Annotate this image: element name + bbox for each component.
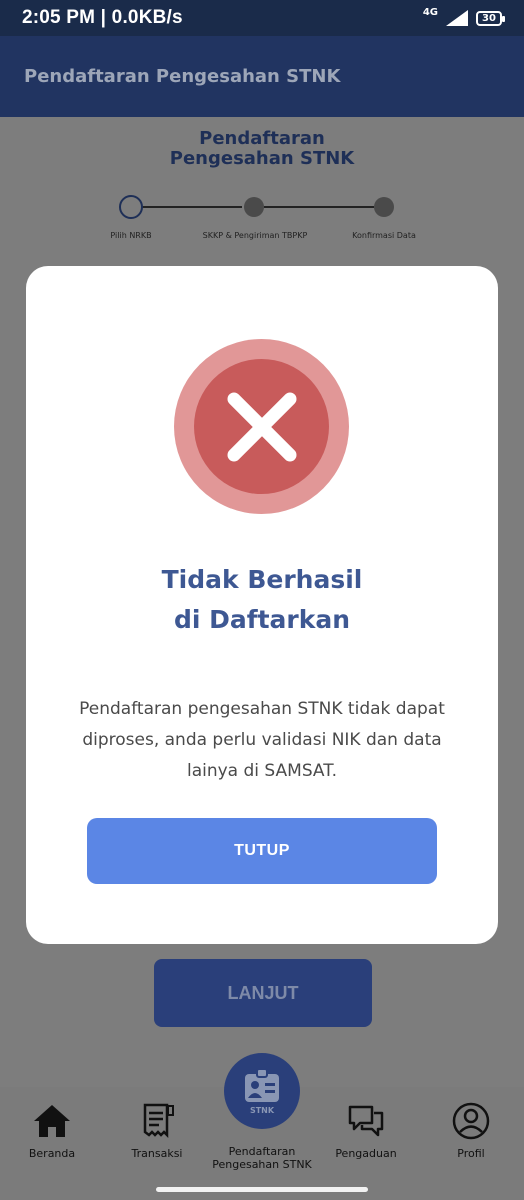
page-heading-line2: Pengesahan STNK	[169, 148, 355, 169]
battery-level: 30	[482, 12, 496, 24]
nav-label: Profil	[457, 1147, 485, 1160]
receipt-icon	[143, 1103, 174, 1139]
dialog-title-line1: Tidak Berhasil	[161, 565, 363, 594]
nav-label: Pengaduan	[335, 1147, 397, 1160]
dialog-title-line2: di Daftarkan	[173, 605, 351, 634]
step-label: SKKP & Pengiriman TBPKP	[202, 231, 308, 240]
stepper-connector	[264, 206, 374, 208]
error-icon-ring	[174, 339, 349, 514]
nav-label: Transaksi	[131, 1147, 183, 1160]
nav-label: Pendaftaran Pengesahan STNK	[212, 1145, 312, 1171]
stepper-connector	[142, 206, 242, 208]
error-x-icon	[194, 359, 329, 494]
nav-item-beranda[interactable]: Beranda	[2, 1101, 102, 1160]
nav-item-pengaduan[interactable]: Pengaduan	[316, 1101, 416, 1160]
id-badge-icon	[245, 1067, 279, 1102]
status-time: 2:05 PM | 0.0KB/s	[22, 7, 183, 28]
step-indicator-current	[119, 195, 143, 219]
step-indicator	[374, 197, 394, 217]
step-label: Pilih NRKB	[110, 231, 152, 240]
bottom-nav: Beranda Transaksi STNK Pendaftaran Penge…	[0, 1053, 524, 1200]
dialog-title: Tidak Berhasil di Daftarkan	[26, 560, 498, 640]
nav-item-pendaftaran-stnk[interactable]: STNK	[224, 1053, 300, 1129]
battery-icon: 30	[476, 10, 505, 26]
fab-badge-text: STNK	[249, 1105, 275, 1115]
close-button[interactable]: TUTUP	[87, 818, 437, 884]
status-bar: 2:05 PM | 0.0KB/s 4G 30	[0, 0, 524, 36]
network-type: 4G	[422, 6, 438, 18]
nav-label: Beranda	[28, 1147, 76, 1160]
status-icons: 4G 30	[422, 6, 505, 26]
app-bar: Pendaftaran Pengesahan STNK	[0, 36, 524, 117]
dialog-message: Pendaftaran pengesahan STNK tidak dapat …	[79, 699, 445, 781]
close-x-glyph	[227, 392, 296, 461]
app-bar-title: Pendaftaran Pengesahan STNK	[24, 66, 341, 87]
nav-item-profil[interactable]: Profil	[421, 1101, 521, 1160]
step-indicator	[244, 197, 264, 217]
chat-icon	[348, 1105, 384, 1137]
nav-item-transaksi[interactable]: Transaksi	[107, 1101, 207, 1160]
home-indicator[interactable]	[156, 1187, 368, 1192]
signal-icon	[446, 10, 468, 26]
next-button[interactable]: LANJUT	[154, 959, 372, 1027]
page-heading: Pendaftaran Pengesahan STNK	[0, 129, 524, 169]
step-label: Konfirmasi Data	[352, 231, 416, 240]
home-icon	[34, 1105, 70, 1137]
page-heading-line1: Pendaftaran	[199, 128, 325, 149]
user-icon	[452, 1102, 490, 1140]
error-dialog: Tidak Berhasil di Daftarkan Pendaftaran …	[26, 266, 498, 944]
